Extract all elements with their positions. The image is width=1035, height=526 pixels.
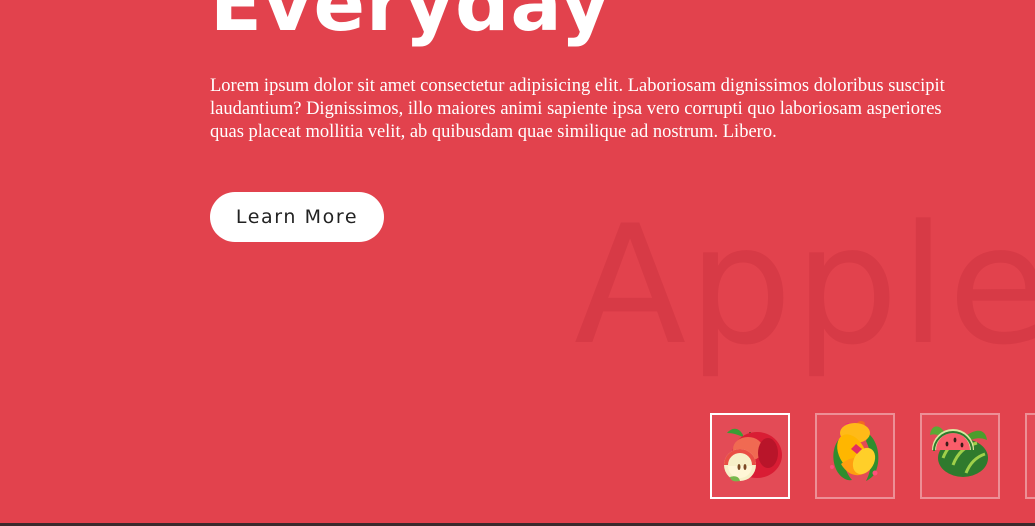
hero-description: Lorem ipsum dolor sit amet consectetur a… bbox=[210, 76, 945, 142]
learn-more-button[interactable]: Learn More bbox=[210, 192, 384, 242]
fruit-watermark: Apple bbox=[574, 190, 1035, 381]
watermelon-thumbnail[interactable] bbox=[920, 413, 1000, 499]
next-fruit-thumbnail[interactable] bbox=[1025, 413, 1035, 499]
mango-thumbnail[interactable] bbox=[815, 413, 895, 499]
apple-thumbnail[interactable] bbox=[710, 413, 790, 499]
watermelon-icon bbox=[930, 426, 988, 477]
mango-icon bbox=[830, 421, 879, 481]
apple-icon bbox=[724, 428, 782, 482]
hero-section: Everyday Lorem ipsum dolor sit amet cons… bbox=[0, 0, 1035, 523]
hero-heading: Everyday bbox=[210, 0, 611, 48]
